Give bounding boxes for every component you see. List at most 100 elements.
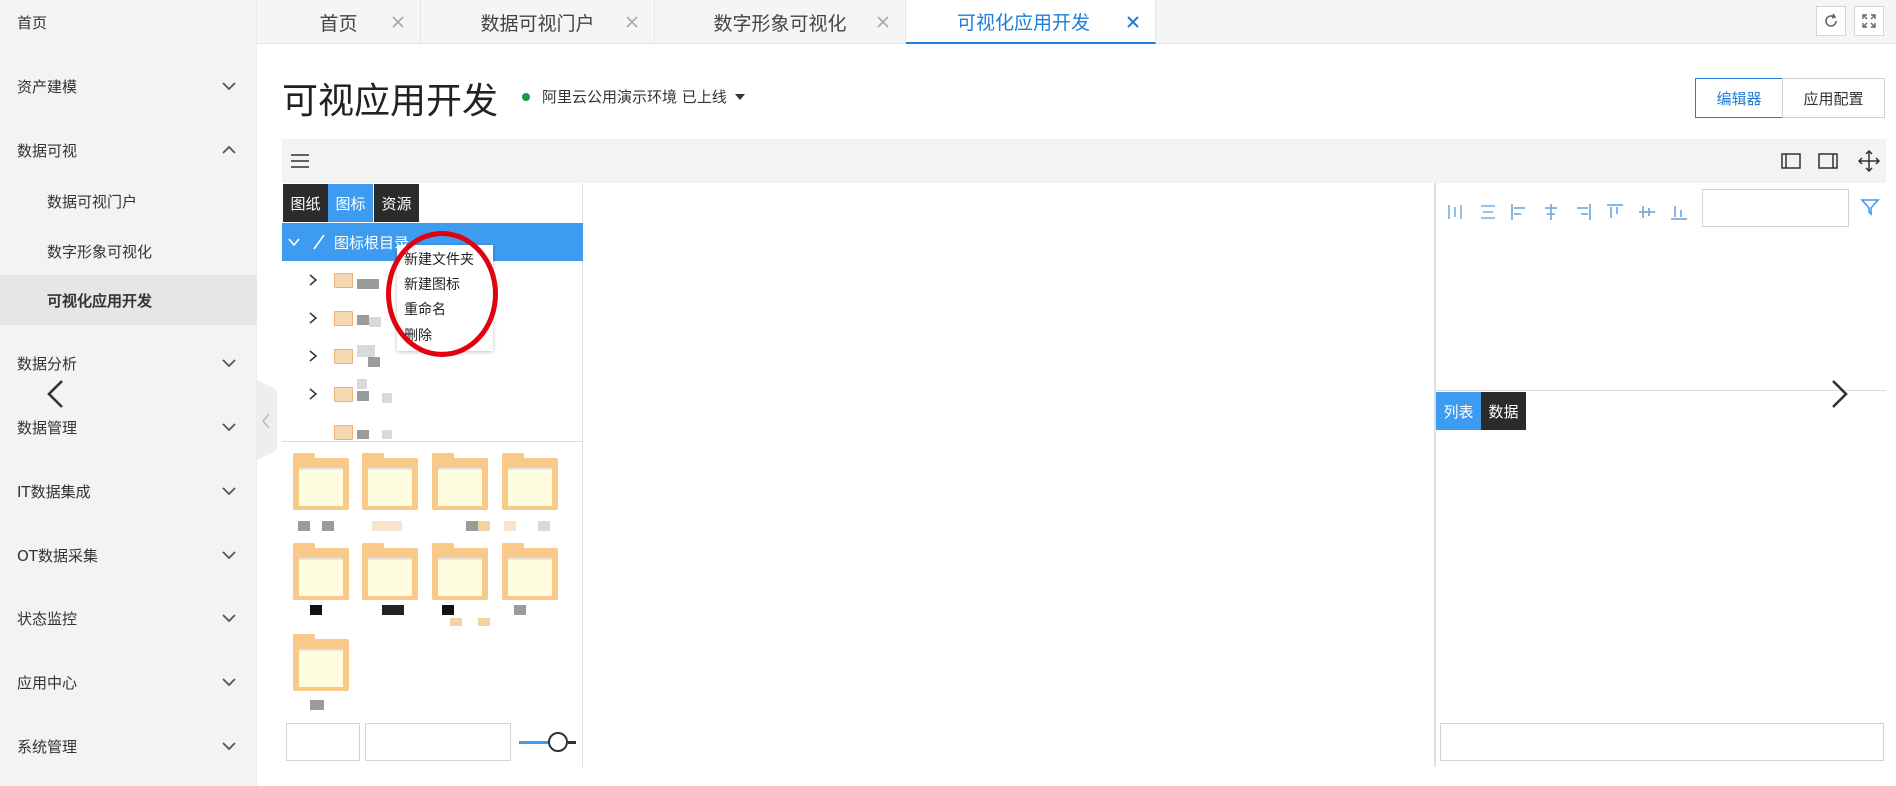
folder-thumbnail[interactable] <box>293 453 349 510</box>
chevron-right-icon <box>309 350 318 362</box>
slash-icon <box>313 234 325 250</box>
tab-label: 首页 <box>319 12 358 35</box>
tab-list[interactable]: 列表 <box>1436 392 1481 430</box>
align-bottom-icon[interactable] <box>1670 203 1688 221</box>
sidebar-item-system-management[interactable]: 系统管理 <box>0 724 257 768</box>
environment-label: 阿里云公用演示环境 已上线 <box>542 88 727 106</box>
distribute-horizontal-icon[interactable] <box>1446 203 1464 221</box>
next-arrow-icon[interactable] <box>1815 369 1865 419</box>
sidebar-item-label: 状态监控 <box>17 609 78 628</box>
sidebar-item-asset-modeling[interactable]: 资产建模 <box>0 64 257 108</box>
tab-drawings[interactable]: 图纸 <box>283 184 328 222</box>
sidebar-item-label: 应用中心 <box>17 673 78 692</box>
tab-bar: 首页 数据可视门户 数字形象可视化 可视化应用开发 <box>257 0 1896 44</box>
align-middle-icon[interactable] <box>1638 203 1656 221</box>
tab-visual-app-dev[interactable]: 可视化应用开发 <box>906 0 1156 44</box>
align-left-icon[interactable] <box>1510 203 1528 221</box>
sidebar-item-it-integration[interactable]: IT数据集成 <box>0 469 257 513</box>
folder-thumbnail[interactable] <box>293 634 349 691</box>
chevron-down-icon <box>222 423 236 432</box>
align-center-icon[interactable] <box>1542 203 1560 221</box>
status-dot-icon <box>522 92 530 101</box>
sidebar-item-label: OT数据采集 <box>17 546 98 565</box>
fullscreen-button[interactable] <box>1854 6 1884 36</box>
align-right-icon[interactable] <box>1574 203 1592 221</box>
sidebar-item-home[interactable]: 首页 <box>0 0 257 44</box>
sidebar-item-ot-collection[interactable]: OT数据采集 <box>0 533 257 577</box>
sidebar-item-status-monitor[interactable]: 状态监控 <box>0 596 257 640</box>
close-icon[interactable] <box>1125 14 1141 30</box>
chevron-down-icon <box>222 359 236 368</box>
close-icon[interactable] <box>875 14 891 30</box>
tab-digital-image[interactable]: 数字形象可视化 <box>655 0 906 44</box>
tab-label: 数据可视门户 <box>480 12 595 35</box>
tab-home[interactable]: 首页 <box>257 0 421 44</box>
tab-resources[interactable]: 资源 <box>374 184 419 222</box>
move-icon[interactable] <box>1858 150 1880 172</box>
environment-selector[interactable]: 阿里云公用演示环境 已上线 <box>522 86 745 107</box>
page-title: 可视应用开发 <box>282 81 499 122</box>
sidebar-item-label: 数据可视 <box>17 141 78 160</box>
chevron-up-icon <box>222 145 236 154</box>
sidebar-item-visual-portal[interactable]: 数据可视门户 <box>0 179 257 223</box>
tab-visual-portal[interactable]: 数据可视门户 <box>421 0 655 44</box>
sidebar-item-visual-app-dev[interactable]: 可视化应用开发 <box>0 275 257 325</box>
folder-thumbnail[interactable] <box>502 453 558 510</box>
folder-icon <box>334 273 353 288</box>
sidebar-item-label: 首页 <box>17 13 48 32</box>
tab-data[interactable]: 数据 <box>1481 392 1526 430</box>
menu-icon[interactable] <box>290 152 310 170</box>
properties-panel: 列表 数据 <box>1434 183 1886 767</box>
folder-thumbnail[interactable] <box>362 543 418 600</box>
filter-icon[interactable] <box>1860 197 1880 217</box>
sidebar-item-label: 系统管理 <box>17 737 78 756</box>
filter-input[interactable] <box>365 723 511 761</box>
left-panel-toggle-icon[interactable] <box>1781 153 1801 169</box>
chevron-down-icon <box>222 551 236 560</box>
folder-thumbnail[interactable] <box>362 453 418 510</box>
right-panel-toggle-icon[interactable] <box>1818 153 1838 169</box>
editor-toolbar <box>282 139 1886 183</box>
chevron-down-icon <box>222 742 236 751</box>
sidebar-item-data-visual[interactable]: 数据可视 <box>0 128 257 172</box>
align-top-icon[interactable] <box>1606 203 1624 221</box>
tab-icons[interactable]: 图标 <box>328 184 373 222</box>
refresh-button[interactable] <box>1816 6 1846 36</box>
chevron-right-icon <box>309 274 318 286</box>
folder-icon <box>334 349 353 364</box>
app-config-button[interactable]: 应用配置 <box>1782 78 1885 118</box>
annotation-circle <box>386 231 498 357</box>
sidebar-item-app-center[interactable]: 应用中心 <box>0 660 257 704</box>
width-input[interactable] <box>286 723 360 761</box>
sidebar-item-digital-image[interactable]: 数字形象可视化 <box>0 229 257 273</box>
folder-thumbnail[interactable] <box>432 453 488 510</box>
tab-label: 数字形象可视化 <box>713 12 847 35</box>
folder-thumbnail[interactable] <box>432 543 488 600</box>
property-value-input[interactable] <box>1440 723 1884 761</box>
sidebar-item-label: 数字形象可视化 <box>47 242 153 261</box>
folder-thumbnail[interactable] <box>293 543 349 600</box>
zoom-slider-handle[interactable] <box>548 732 568 752</box>
close-icon[interactable] <box>390 14 406 30</box>
chevron-right-icon <box>309 312 318 324</box>
sidebar-item-label: 数据管理 <box>17 418 78 437</box>
chevron-left-icon <box>261 413 270 429</box>
chevron-down-icon <box>222 614 236 623</box>
property-search-input[interactable] <box>1702 189 1849 227</box>
sidebar-item-label: 资产建模 <box>17 77 78 96</box>
chevron-down-icon <box>288 238 300 247</box>
folder-icon <box>334 311 353 326</box>
sidebar-item-label: 数据可视门户 <box>47 192 138 211</box>
folder-thumbnail[interactable] <box>502 543 558 600</box>
previous-arrow-icon[interactable] <box>30 369 80 419</box>
chevron-down-icon <box>222 487 236 496</box>
tab-label: 可视化应用开发 <box>957 11 1091 34</box>
editor-button[interactable]: 编辑器 <box>1695 78 1783 118</box>
folder-icon <box>334 425 353 440</box>
close-icon[interactable] <box>624 14 640 30</box>
tree-folder-node[interactable] <box>282 375 583 413</box>
distribute-vertical-icon[interactable] <box>1479 203 1497 221</box>
chevron-down-icon <box>222 678 236 687</box>
refresh-icon <box>1825 13 1837 27</box>
tree-folder-node[interactable] <box>282 413 583 441</box>
